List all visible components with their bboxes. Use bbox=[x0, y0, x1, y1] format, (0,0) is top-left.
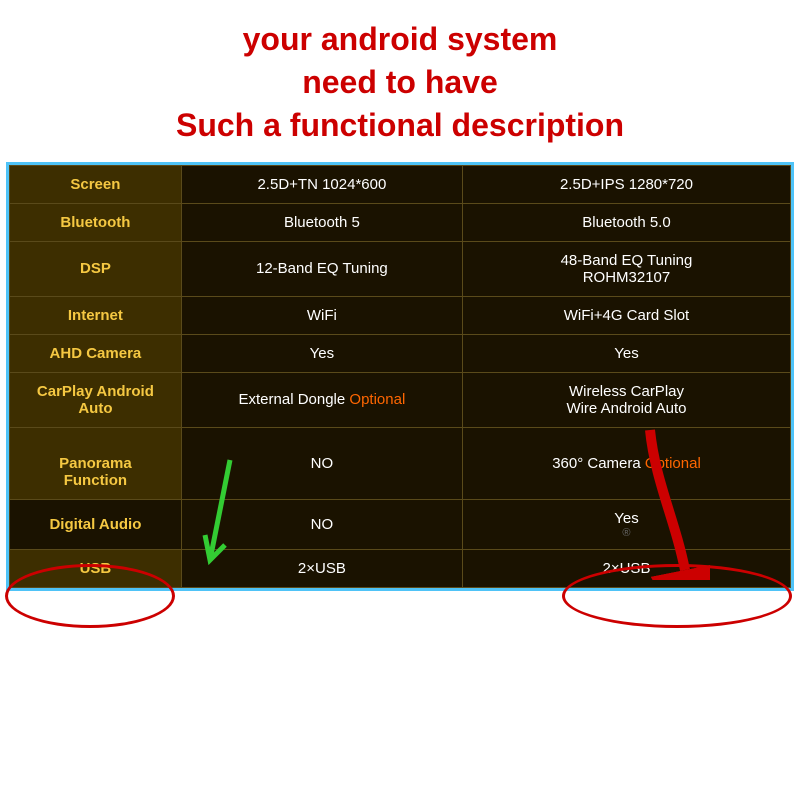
cell-internet-col2: WiFi+4G Card Slot bbox=[462, 296, 790, 334]
label-panorama: Panorama Function bbox=[10, 427, 182, 499]
header: your android system need to have Such a … bbox=[0, 0, 800, 162]
cell-ahd-col1: Yes bbox=[181, 334, 462, 372]
label-dsp: DSP bbox=[10, 241, 182, 296]
cell-screen-col1: 2.5D+TN 1024*600 bbox=[181, 165, 462, 203]
cell-dsp-col1: 12-Band EQ Tuning bbox=[181, 241, 462, 296]
cell-internet-col1: WiFi bbox=[181, 296, 462, 334]
label-digital-audio: Digital Audio bbox=[10, 499, 182, 549]
label-usb: USB bbox=[10, 549, 182, 587]
cell-ahd-col2: Yes bbox=[462, 334, 790, 372]
right-arrow bbox=[610, 420, 710, 580]
label-screen: Screen bbox=[10, 165, 182, 203]
cell-dsp-col2: 48-Band EQ Tuning ROHM32107 bbox=[462, 241, 790, 296]
table-wrapper: Screen 2.5D+TN 1024*600 2.5D+IPS 1280*72… bbox=[0, 162, 800, 591]
cell-bluetooth-col1: Bluetooth 5 bbox=[181, 203, 462, 241]
cell-bluetooth-col2: Bluetooth 5.0 bbox=[462, 203, 790, 241]
header-text: your android system need to have Such a … bbox=[20, 18, 780, 148]
label-ahd: AHD Camera bbox=[10, 334, 182, 372]
cell-screen-col2: 2.5D+IPS 1280*720 bbox=[462, 165, 790, 203]
table-row: Internet WiFi WiFi+4G Card Slot bbox=[10, 296, 791, 334]
table-row: AHD Camera Yes Yes bbox=[10, 334, 791, 372]
green-checkmark bbox=[200, 450, 260, 580]
table-row: DSP 12-Band EQ Tuning 48-Band EQ Tuning … bbox=[10, 241, 791, 296]
label-carplay: CarPlay Android Auto bbox=[10, 372, 182, 427]
table-row: Screen 2.5D+TN 1024*600 2.5D+IPS 1280*72… bbox=[10, 165, 791, 203]
label-bluetooth: Bluetooth bbox=[10, 203, 182, 241]
table-row: Bluetooth Bluetooth 5 Bluetooth 5.0 bbox=[10, 203, 791, 241]
label-internet: Internet bbox=[10, 296, 182, 334]
cell-carplay-col1: External Dongle Optional bbox=[181, 372, 462, 427]
